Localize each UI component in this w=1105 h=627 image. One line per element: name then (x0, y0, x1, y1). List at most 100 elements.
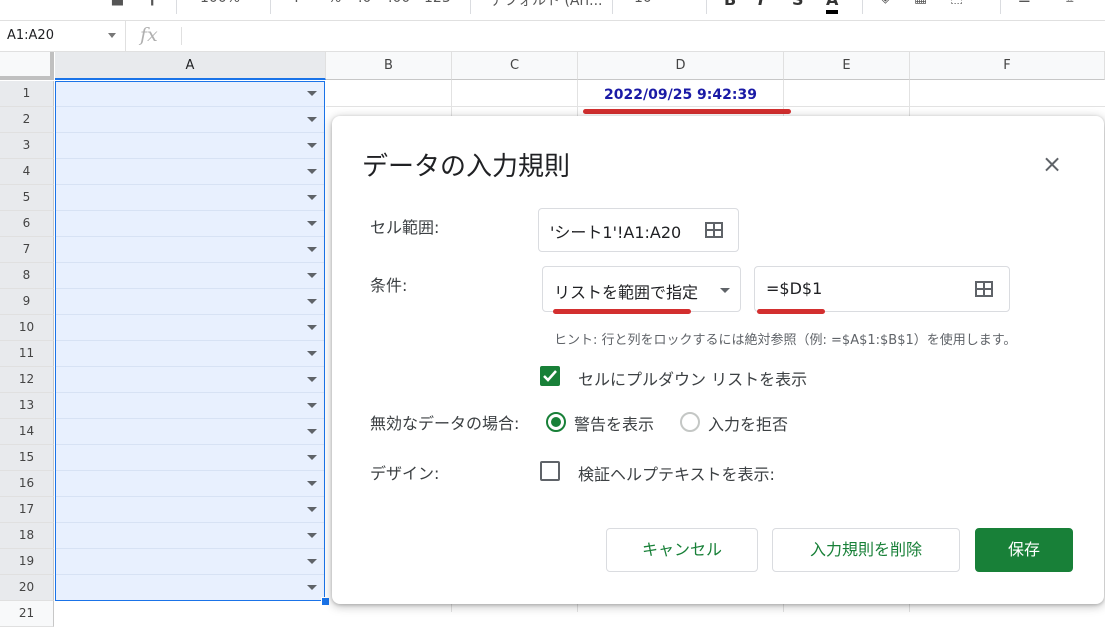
valign-icon[interactable]: ⫫ (1066, 0, 1074, 10)
dropdown-arrow-icon[interactable] (307, 273, 317, 278)
row-header[interactable]: 20 (0, 575, 54, 601)
row-header[interactable]: 12 (0, 367, 54, 393)
row-header[interactable]: 14 (0, 419, 54, 445)
close-icon[interactable]: × (1038, 150, 1066, 178)
cell-a-dropdown[interactable] (55, 445, 325, 471)
show-dropdown-checkbox[interactable] (540, 366, 560, 386)
cell-a-dropdown[interactable] (55, 497, 325, 523)
row-header[interactable]: 16 (0, 471, 54, 497)
cell-a-dropdown[interactable] (55, 315, 325, 341)
help-text-checkbox[interactable] (540, 461, 560, 481)
show-warning-label[interactable]: 警告を表示 (574, 411, 654, 435)
strikethrough-button[interactable]: S (792, 0, 804, 10)
cell-a-dropdown[interactable] (55, 341, 325, 367)
row-header[interactable]: 3 (0, 133, 54, 159)
cell-a-dropdown[interactable] (55, 289, 325, 315)
increase-decimal-button[interactable]: .00 (388, 0, 410, 10)
paint-format-icon[interactable]: ┳ (148, 0, 156, 10)
dropdown-arrow-icon[interactable] (307, 351, 317, 356)
align-icon[interactable]: ☰ (1018, 0, 1031, 10)
dropdown-arrow-icon[interactable] (307, 169, 317, 174)
row-header[interactable]: 11 (0, 341, 54, 367)
dropdown-arrow-icon[interactable] (307, 117, 317, 122)
row-header[interactable]: 7 (0, 237, 54, 263)
cell-a-dropdown[interactable] (55, 133, 325, 159)
cell-a-dropdown[interactable] (55, 81, 325, 107)
cell-a-dropdown[interactable] (55, 393, 325, 419)
row-header[interactable]: 1 (0, 81, 54, 107)
cell-d1[interactable]: 2022/09/25 9:42:39 (578, 81, 783, 107)
redo-icon[interactable]: ↷ (78, 0, 90, 10)
borders-icon[interactable]: ▦ (914, 0, 927, 10)
row-header[interactable]: 15 (0, 445, 54, 471)
row-header[interactable]: 21 (0, 601, 54, 627)
column-header-e[interactable]: E (784, 52, 910, 80)
criteria-type-select[interactable]: リストを範囲で指定 (542, 266, 741, 312)
undo-icon[interactable]: ↶ (58, 0, 70, 10)
row-header[interactable]: 4 (0, 159, 54, 185)
cell-a-dropdown[interactable] (55, 523, 325, 549)
row-header[interactable]: 19 (0, 549, 54, 575)
range-input[interactable]: 'シート1'!A1:A20 (538, 208, 739, 252)
percent-button[interactable]: % (328, 0, 341, 10)
fill-color-icon[interactable]: ◈ (880, 0, 891, 10)
dropdown-arrow-icon[interactable] (307, 429, 317, 434)
dropdown-arrow-icon[interactable] (307, 455, 317, 460)
cancel-button[interactable]: キャンセル (606, 528, 758, 572)
dropdown-arrow-icon[interactable] (307, 221, 317, 226)
fill-handle[interactable] (321, 597, 330, 606)
cell-a-dropdown[interactable] (55, 263, 325, 289)
cell-a-dropdown[interactable] (55, 575, 325, 601)
row-header[interactable]: 8 (0, 263, 54, 289)
cell-a-dropdown[interactable] (55, 237, 325, 263)
dropdown-arrow-icon[interactable] (307, 559, 317, 564)
merge-cells-icon[interactable]: ⬚ (950, 0, 963, 10)
row-header[interactable]: 13 (0, 393, 54, 419)
dropdown-arrow-icon[interactable] (307, 247, 317, 252)
italic-button[interactable]: I (758, 0, 764, 10)
cell-a-dropdown[interactable] (55, 185, 325, 211)
zoom-select[interactable]: 100% (200, 0, 240, 10)
dropdown-arrow-icon[interactable] (307, 143, 317, 148)
bold-button[interactable]: B (724, 0, 736, 10)
dropdown-arrow-icon[interactable] (307, 585, 317, 590)
cell-a-dropdown[interactable] (55, 159, 325, 185)
row-header[interactable]: 9 (0, 289, 54, 315)
dropdown-arrow-icon[interactable] (307, 377, 317, 382)
text-color-button[interactable]: A (826, 0, 839, 14)
cell-a-dropdown[interactable] (55, 107, 325, 133)
cell-a-dropdown[interactable] (55, 471, 325, 497)
dropdown-arrow-icon[interactable] (307, 91, 317, 96)
row-header[interactable]: 2 (0, 107, 54, 133)
currency-button[interactable]: ¥ (292, 0, 301, 10)
dropdown-arrow-icon[interactable] (307, 195, 317, 200)
column-header-c[interactable]: C (452, 52, 578, 80)
delete-rule-button[interactable]: 入力規則を削除 (772, 528, 960, 572)
radio-show-warning[interactable] (546, 412, 566, 432)
cell-a-dropdown[interactable] (55, 419, 325, 445)
font-select[interactable]: デフォルト (Ari... (490, 0, 603, 10)
show-dropdown-label[interactable]: セルにプルダウン リストを表示 (578, 366, 807, 390)
grid-select-icon[interactable] (705, 222, 723, 238)
dropdown-arrow-icon[interactable] (307, 299, 317, 304)
reject-input-label[interactable]: 入力を拒否 (708, 411, 788, 435)
radio-reject-input[interactable] (680, 412, 700, 432)
number-format-button[interactable]: 123 (424, 0, 451, 10)
help-text-label[interactable]: 検証ヘルプテキストを表示: (578, 461, 775, 485)
row-header[interactable]: 17 (0, 497, 54, 523)
cell-a-dropdown[interactable] (55, 549, 325, 575)
dropdown-arrow-icon[interactable] (307, 403, 317, 408)
cell-a-dropdown[interactable] (55, 211, 325, 237)
criteria-range-input[interactable]: =$D$1 (754, 266, 1010, 312)
chevron-down-icon[interactable] (108, 33, 116, 38)
print-icon[interactable]: ▆ (112, 0, 123, 10)
row-header[interactable]: 10 (0, 315, 54, 341)
decrease-decimal-button[interactable]: .0 (358, 0, 371, 10)
column-header-f[interactable]: F (910, 52, 1105, 80)
dropdown-arrow-icon[interactable] (307, 325, 317, 330)
save-button[interactable]: 保存 (975, 528, 1073, 572)
grid-select-icon[interactable] (975, 281, 993, 297)
column-header-b[interactable]: B (326, 52, 452, 80)
font-size-select[interactable]: 10 (634, 0, 652, 10)
row-header[interactable]: 6 (0, 211, 54, 237)
